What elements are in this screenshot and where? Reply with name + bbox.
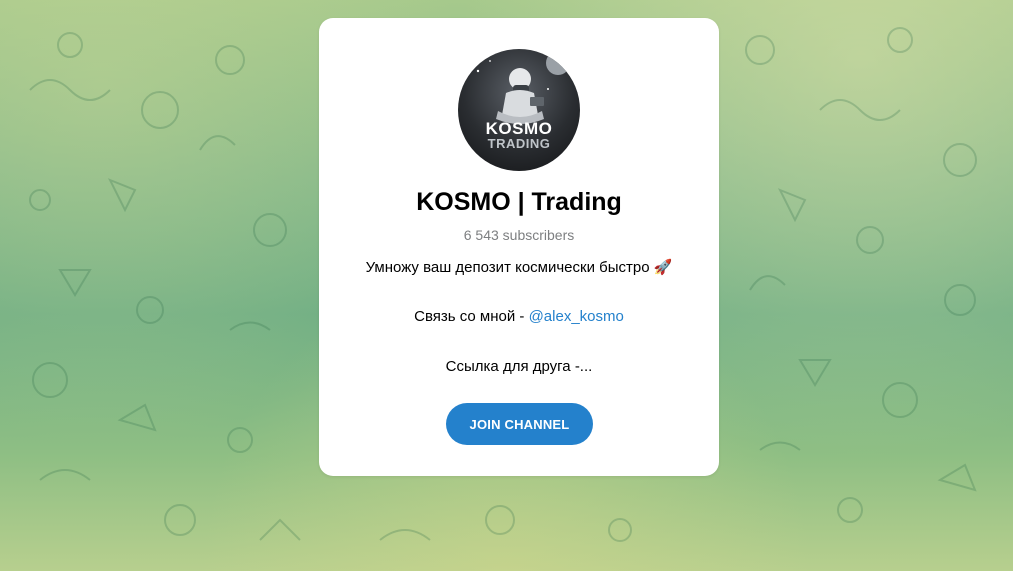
subscriber-count: 6 543 subscribers bbox=[463, 227, 575, 243]
contact-username-link[interactable]: @alex_kosmo bbox=[529, 308, 624, 325]
astronaut-illustration bbox=[476, 51, 570, 124]
join-channel-button[interactable]: JOIN CHANNEL bbox=[446, 403, 593, 445]
channel-avatar: KOSMO TRADING bbox=[458, 49, 580, 171]
description-line: Ссылка для друга -... bbox=[445, 358, 593, 375]
contact-line: Связь со мной - @alex_kosmo bbox=[319, 308, 719, 325]
channel-preview-card: KOSMO TRADING KOSMO | Trading 6 543 subs… bbox=[319, 18, 719, 476]
avatar-brand-text: KOSMO TRADING bbox=[458, 120, 580, 151]
contact-prefix: Связь со мной - bbox=[414, 308, 529, 325]
channel-title: KOSMO | Trading bbox=[416, 188, 622, 216]
description-line: Умножу ваш депозит космически быстро 🚀 bbox=[365, 259, 673, 276]
avatar-brand-sub: TRADING bbox=[487, 136, 551, 151]
